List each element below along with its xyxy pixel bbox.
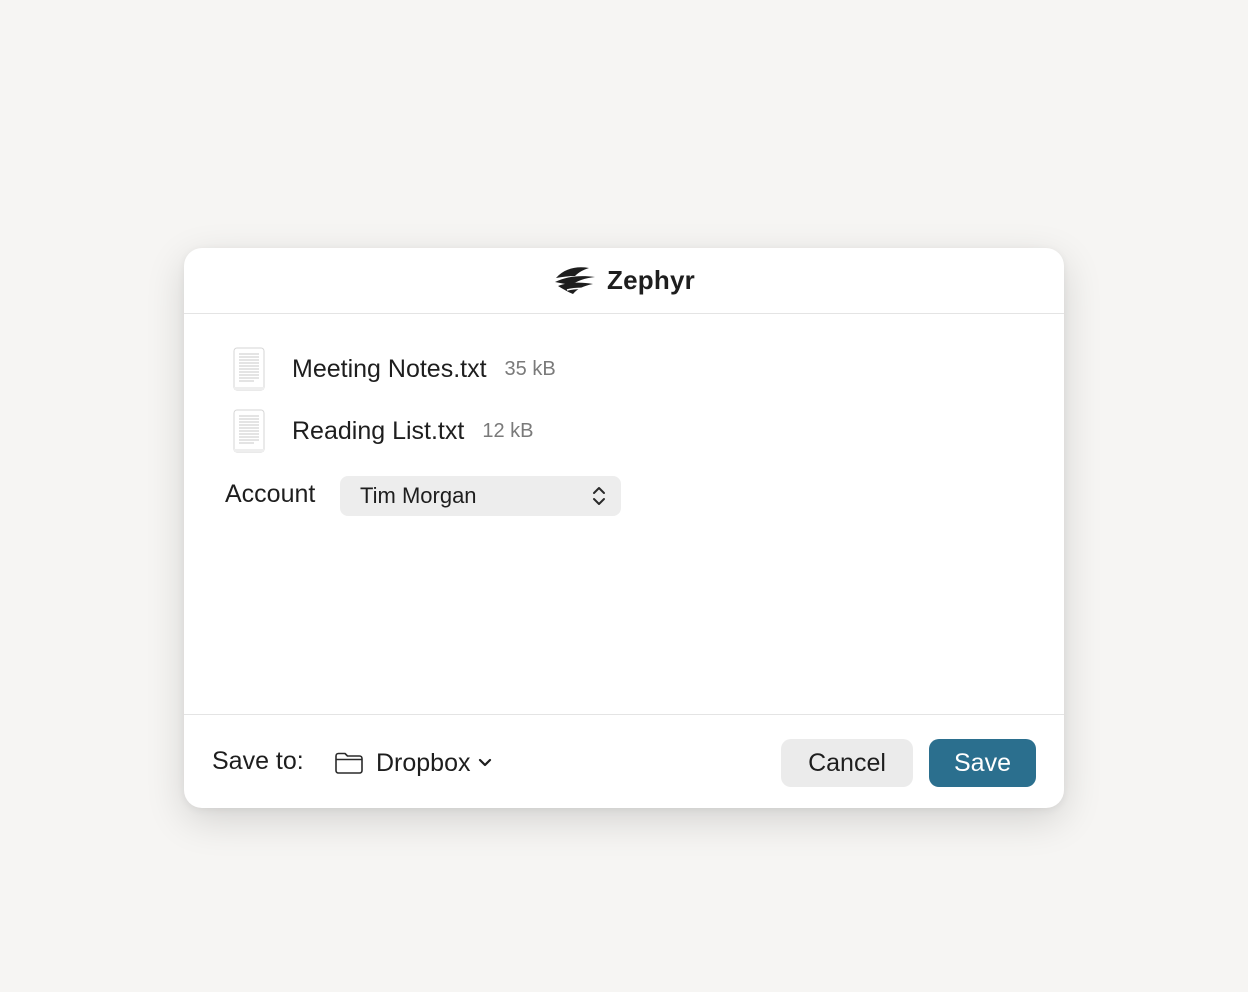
file-name: Reading List.txt (292, 416, 465, 445)
location-picker[interactable]: Dropbox (334, 743, 493, 783)
save-to-label: Save to: (212, 747, 304, 775)
account-selected-value: Tim Morgan (360, 483, 477, 508)
dialog-header: Zephyr (184, 248, 1064, 314)
account-label: Account (225, 480, 316, 508)
file-item: Meeting Notes.txt 35 kB (230, 345, 556, 393)
folder-icon (335, 752, 363, 774)
location-name: Dropbox (376, 748, 471, 777)
text-document-icon (233, 409, 265, 453)
save-button[interactable]: Save (929, 739, 1036, 787)
file-size: 35 kB (504, 357, 556, 380)
dialog-footer: Save to: Dropbox Cancel Save (184, 714, 1064, 808)
file-name: Meeting Notes.txt (292, 354, 487, 383)
file-item: Reading List.txt 12 kB (230, 407, 533, 455)
cancel-button[interactable]: Cancel (781, 739, 913, 787)
app-name: Zephyr (607, 265, 695, 295)
text-document-icon (233, 347, 265, 391)
file-size: 12 kB (482, 419, 534, 442)
zephyr-logo-icon (555, 266, 596, 294)
up-down-chevron-icon (593, 487, 605, 505)
account-select[interactable]: Tim Morgan (340, 476, 621, 516)
save-dialog: Zephyr Meeting Notes.txt 35 kB Reading L… (184, 248, 1064, 808)
chevron-down-icon (478, 758, 491, 767)
